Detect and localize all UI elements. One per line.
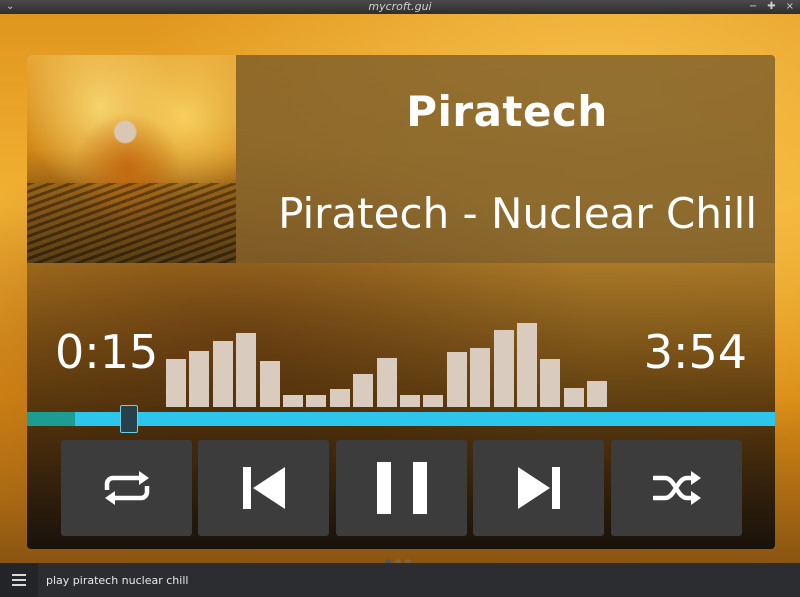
spectrum-bar [189,351,210,407]
window-menu-chevron-icon[interactable]: ⌄ [6,0,14,14]
media-player-card: Piratech Piratech - Nuclear Chill 0:15 3… [27,55,775,549]
shuffle-button[interactable] [611,440,742,536]
maximize-icon[interactable]: ✚ [767,0,775,14]
minimize-icon[interactable]: − [749,0,757,14]
next-button[interactable] [473,440,604,536]
seek-bar[interactable] [27,405,775,433]
seek-bar-fill [27,412,75,426]
previous-button[interactable] [198,440,329,536]
spectrum-bar [400,395,420,407]
spectrum-bar [166,359,186,407]
spectrum-bar [353,374,374,407]
window-title-bar: ⌄ mycroft.gui − ✚ × [0,0,800,14]
spectrum-bar [423,395,444,407]
spectrum-bar [563,388,584,407]
track-title: Piratech - Nuclear Chill [278,189,757,238]
pause-icon [376,462,427,514]
last-utterance: play piratech nuclear chill [46,573,189,587]
spectrum-bar [470,348,491,407]
hamburger-menu-icon [12,574,26,586]
seek-handle[interactable] [120,405,138,433]
audio-spectrum [166,317,636,407]
spectrum-bar [587,381,608,407]
spectrum-bar [306,395,327,407]
repeat-icon [104,471,149,505]
spectrum-bar [540,359,561,407]
window-title: mycroft.gui [368,0,432,13]
skip-next-icon [517,467,560,509]
album-art [27,55,236,263]
spectrum-bar [283,395,303,407]
spectrum-bar [329,389,350,407]
spectrum-bar [376,358,397,407]
shuffle-icon [652,471,701,505]
spectrum-bar [517,323,537,407]
playback-controls [61,440,742,536]
bottom-bar: play piratech nuclear chill [0,563,800,597]
elapsed-time: 0:15 [55,325,159,379]
repeat-button[interactable] [61,440,192,536]
track-info-panel: Piratech Piratech - Nuclear Chill [27,55,775,263]
menu-button[interactable] [0,563,38,597]
total-duration: 3:54 [643,325,747,379]
spectrum-bar [212,341,233,407]
spectrum-bar [493,330,514,407]
skip-previous-icon [242,467,285,509]
spectrum-bar [236,333,257,407]
background-art: Piratech Piratech - Nuclear Chill 0:15 3… [0,14,800,563]
artist-name: Piratech [406,87,608,136]
close-icon[interactable]: × [786,0,794,14]
spectrum-bar [259,361,280,407]
spectrum-bar [446,352,467,407]
pause-button[interactable] [336,440,467,536]
